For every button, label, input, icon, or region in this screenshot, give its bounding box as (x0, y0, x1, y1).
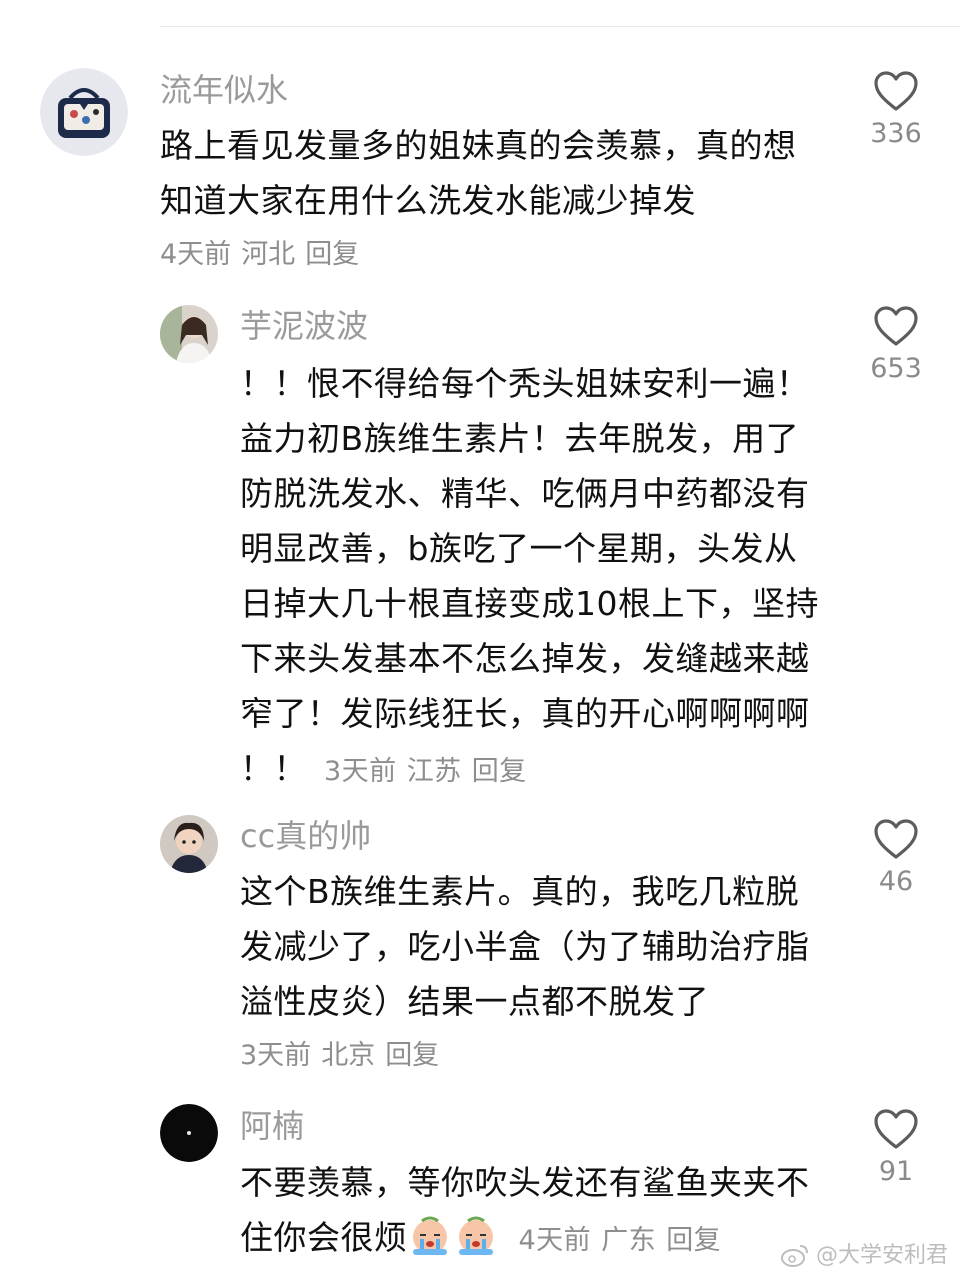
comment-line-with-meta: 住你会很烦 4天前 广东 回复 (240, 1210, 810, 1265)
crying-emoji-icon (458, 1216, 493, 1255)
comment-meta: 3天前 江苏 回复 (324, 756, 537, 787)
reply-button[interactable]: 回复 (385, 1040, 439, 1071)
comment-line: 明显改善，b族吃了一个星期，头发从 (240, 529, 798, 568)
weibo-logo-icon (780, 1245, 808, 1267)
like-button[interactable]: 336 (861, 70, 931, 152)
comment-line: ！！ (240, 749, 307, 788)
child-avatar-icon[interactable] (160, 815, 218, 873)
comment-time: 3天前 (324, 756, 397, 787)
like-button[interactable]: 653 (861, 305, 931, 387)
comment-meta: 4天前 河北 回复 (160, 235, 369, 275)
comment-line-with-meta: ！！ 3天前 江苏 回复 (240, 741, 819, 796)
portrait-avatar-icon[interactable] (160, 305, 218, 363)
comment-text: 这个B族维生素片。真的，我吃几粒脱 发减少了，吃小半盒（为了辅助治疗脂 溢性皮炎… (240, 864, 810, 1029)
dark-avatar-icon[interactable] (160, 1104, 218, 1162)
username[interactable]: 流年似水 (160, 70, 288, 110)
comment-line: 住你会很烦 (240, 1218, 408, 1257)
comment-line: 溢性皮炎）结果一点都不脱发了 (240, 982, 709, 1021)
comment-text: 路上看见发量多的姐妹真的会羡慕，真的想 知道大家在用什么洗发水能减少掉发 (160, 118, 797, 228)
comment-time: 3天前 (240, 1040, 312, 1071)
reply-button[interactable]: 回复 (472, 756, 527, 787)
comment-line: 益力初B族维生素片！去年脱发，用了 (240, 419, 800, 458)
heart-icon (874, 306, 918, 346)
heart-icon (874, 819, 918, 859)
watermark: @大学安利君 (780, 1241, 948, 1271)
comment-line: 知道大家在用什么洗发水能减少掉发 (160, 181, 696, 220)
comment-line: 不要羡慕，等你吹头发还有鲨鱼夹夹不 (240, 1163, 810, 1202)
comment-list: 流年似水 路上看见发量多的姐妹真的会羡慕，真的想 知道大家在用什么洗发水能减少掉… (0, 0, 960, 1281)
crying-emoji-icon (412, 1216, 447, 1255)
comment-line: 发减少了，吃小半盒（为了辅助治疗脂 (240, 927, 810, 966)
comment-line: 路上看见发量多的姐妹真的会羡慕，真的想 (160, 126, 797, 165)
like-count: 91 (878, 1156, 914, 1187)
heart-icon (874, 1109, 918, 1149)
comment-line: 这个B族维生素片。真的，我吃几粒脱 (240, 872, 800, 911)
like-count: 46 (878, 866, 914, 897)
username[interactable]: cc真的帅 (240, 816, 371, 856)
comment-meta: 4天前 广东 回复 (519, 1225, 732, 1256)
username[interactable]: 芋泥波波 (240, 306, 368, 346)
watermark-text: @大学安利君 (815, 1243, 948, 1268)
divider (160, 26, 960, 27)
reply-button[interactable]: 回复 (666, 1225, 721, 1256)
reply-button[interactable]: 回复 (305, 239, 359, 270)
comment-location: 江苏 (406, 756, 462, 787)
comment-text: ！！恨不得给每个秃头姐妹安利一遍！ 益力初B族维生素片！去年脱发，用了 防脱洗发… (240, 356, 819, 796)
like-count: 336 (870, 118, 922, 149)
comment-line: 防脱洗发水、精华、吃俩月中药都没有 (240, 474, 810, 513)
like-count: 653 (870, 353, 922, 384)
username[interactable]: 阿楠 (240, 1106, 304, 1146)
comment-line: 下来头发基本不怎么掉发，发缝越来越 (240, 639, 810, 678)
comment-time: 4天前 (518, 1225, 592, 1256)
like-button[interactable]: 91 (861, 1108, 931, 1190)
comment-time: 4天前 (160, 239, 232, 270)
comment-line: 窄了！发际线狂长，真的开心啊啊啊啊 (240, 694, 810, 733)
comment-line: ！！恨不得给每个秃头姐妹安利一遍！ (240, 364, 810, 403)
comment-text: 不要羡慕，等你吹头发还有鲨鱼夹夹不 住你会很烦 4天前 广东 回复 (240, 1155, 810, 1265)
comment-location: 广东 (601, 1225, 657, 1256)
bag-avatar-icon[interactable] (40, 68, 128, 156)
comment-location: 河北 (241, 239, 296, 270)
heart-icon (874, 71, 918, 111)
comment-meta: 3天前 北京 回复 (240, 1036, 449, 1076)
comment-location: 北京 (321, 1040, 376, 1071)
like-button[interactable]: 46 (861, 818, 931, 900)
comment-line: 日掉大几十根直接变成10根上下，坚持 (240, 584, 819, 623)
